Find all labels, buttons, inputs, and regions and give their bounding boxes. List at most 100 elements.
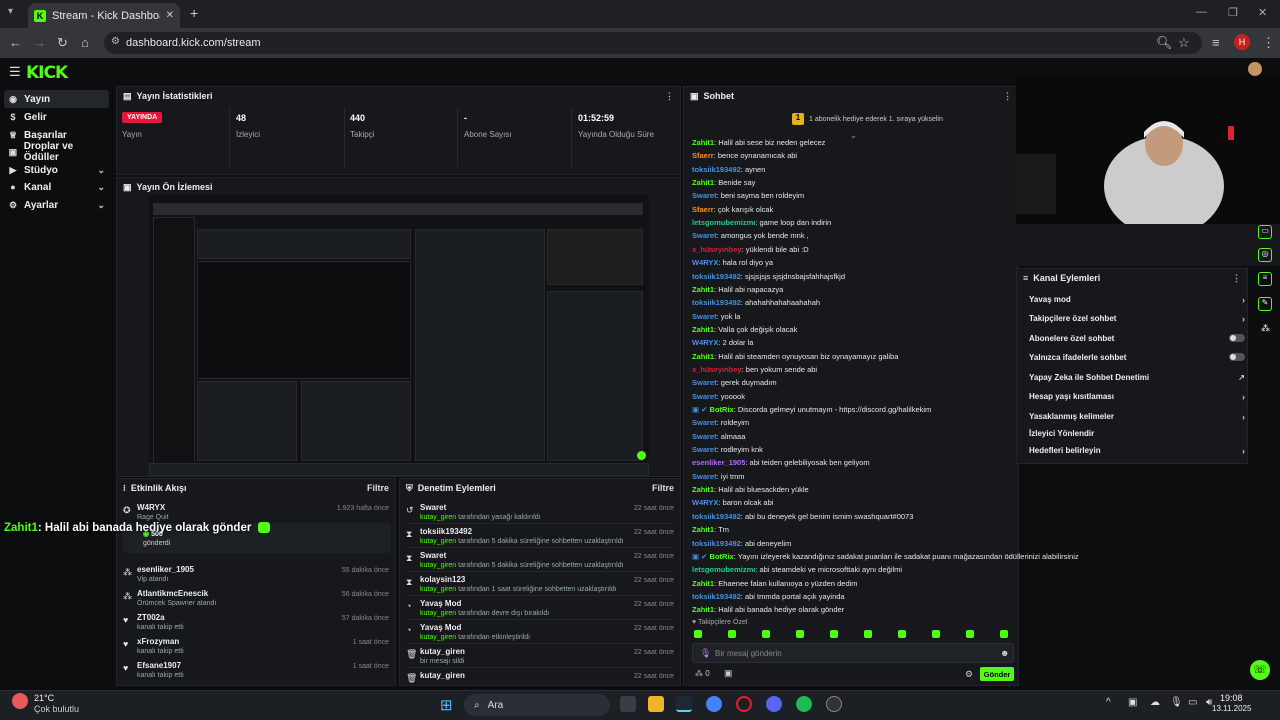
badge-rail-icon[interactable]: ⁂ xyxy=(1261,323,1270,334)
tab-search-icon[interactable]: ▾ xyxy=(8,6,13,17)
sidebar-item-droplar[interactable]: ▣ Droplar ve Ödüller xyxy=(4,141,109,163)
windows-start-icon[interactable]: ⊞ xyxy=(440,696,453,714)
chat-username[interactable]: esenliker_1905 xyxy=(692,458,745,467)
emote-icon[interactable] xyxy=(932,630,940,638)
steam-icon[interactable] xyxy=(676,696,692,712)
chat-username[interactable]: Swaret xyxy=(692,432,717,441)
close-tab-icon[interactable]: ✕ xyxy=(166,10,174,21)
chat-username[interactable]: Swaret xyxy=(692,312,717,321)
forward-icon[interactable]: → xyxy=(33,35,46,50)
action-slow-mode[interactable]: Yavaş mod › xyxy=(1029,295,1245,305)
spotify-icon[interactable] xyxy=(796,696,812,712)
wrench-rail-icon[interactable]: ✎ xyxy=(1258,297,1272,311)
chat-username[interactable]: Zahit1 xyxy=(692,579,714,588)
emote-icon[interactable] xyxy=(830,630,838,638)
sidebar-item-studyo[interactable]: ▶ Stüdyo ⌄ xyxy=(4,161,109,179)
toggle-switch[interactable] xyxy=(1229,334,1245,342)
file-explorer-icon[interactable] xyxy=(648,696,664,712)
emote-icon[interactable] xyxy=(694,630,702,638)
zoom-icon[interactable]: 🔍︎ xyxy=(1156,35,1173,51)
emote-icon[interactable] xyxy=(898,630,906,638)
bookmark-star-icon[interactable]: ☆ xyxy=(1178,35,1190,51)
chat-username[interactable]: Swaret xyxy=(692,378,717,387)
chat-username[interactable]: letsgomubemizmı xyxy=(692,565,755,574)
sidebar-item-ayarlar[interactable]: ⚙ Ayarlar ⌄ xyxy=(4,196,109,214)
more-options-icon[interactable]: ⋮ xyxy=(1003,91,1012,102)
mod-actor[interactable]: kutay_giren xyxy=(420,562,456,569)
chat-username[interactable]: Swaret xyxy=(692,445,717,454)
chat-username[interactable]: Swaret xyxy=(692,418,717,427)
reload-icon[interactable]: ↻ xyxy=(57,35,68,51)
sliders-rail-icon[interactable]: ≡ xyxy=(1258,272,1272,286)
action-banned-words[interactable]: Yasaklanmış kelimeler › xyxy=(1029,412,1245,422)
chat-username[interactable]: BotRix xyxy=(710,405,734,414)
weather-temp[interactable]: 21°C xyxy=(34,693,54,703)
cloud-icon[interactable]: ☁ xyxy=(1150,697,1160,708)
user-avatar[interactable] xyxy=(1248,62,1262,76)
network-icon[interactable]: ▭ xyxy=(1188,697,1197,708)
close-window-icon[interactable]: ✕ xyxy=(1258,6,1267,19)
emote-icon[interactable] xyxy=(966,630,974,638)
chat-username[interactable]: Swaret xyxy=(692,392,717,401)
mod-actor[interactable]: kutay_giren xyxy=(420,586,456,593)
chat-input[interactable]: 🎙︎ Bir mesaj gönderin ☻ xyxy=(692,643,1014,663)
chat-username[interactable]: Swaret xyxy=(692,231,717,240)
chat-username[interactable]: BotRix xyxy=(710,552,734,561)
stream-preview-video[interactable] xyxy=(149,195,649,476)
chat-username[interactable]: W4RYX xyxy=(692,498,718,507)
emote-icon[interactable] xyxy=(796,630,804,638)
chat-username[interactable]: toksiik193492 xyxy=(692,512,741,521)
chat-username[interactable]: W4RYX xyxy=(692,338,718,347)
clock-date[interactable]: 13.11.2025 xyxy=(1212,704,1251,713)
mod-actor[interactable]: kutay_giren xyxy=(420,514,456,521)
url-bar[interactable]: ⚙ dashboard.kick.com/stream xyxy=(104,32,1202,54)
chat-settings-icon[interactable]: ⚙ xyxy=(965,669,973,680)
chat-username[interactable]: Swaret xyxy=(692,472,717,481)
chat-username[interactable]: x_hüseyinbey xyxy=(692,365,742,374)
mic-tray-icon[interactable]: 🎙︎ xyxy=(1170,697,1183,708)
chat-username[interactable]: toksiik193492 xyxy=(692,165,741,174)
chat-username[interactable]: Zahit1 xyxy=(692,325,714,334)
chat-username[interactable]: letsgomubemizmı xyxy=(692,218,755,227)
action-emote-only[interactable]: Yalnızca ifadelerle sohbet xyxy=(1029,353,1245,362)
mod-actor[interactable]: kutay_giren xyxy=(420,634,456,641)
chat-username[interactable]: Zahit1 xyxy=(692,138,714,147)
toggle-switch[interactable] xyxy=(1229,353,1245,361)
site-info-icon[interactable]: ⚙ xyxy=(111,36,120,47)
browser-tab[interactable]: K Stream - Kick Dashboard ✕ xyxy=(28,3,180,28)
sidebar-item-gelir[interactable]: $ Gelir xyxy=(4,108,109,126)
mod-actor[interactable]: kutay_giren xyxy=(420,538,456,545)
mod-actor[interactable]: kutay_giren xyxy=(420,610,456,617)
more-options-icon[interactable]: ⋮ xyxy=(1232,273,1241,284)
minimize-icon[interactable]: — xyxy=(1196,6,1207,18)
chat-username[interactable]: Zahit1 xyxy=(692,285,714,294)
activity-user[interactable]: Efsane1907 xyxy=(137,661,389,670)
maximize-icon[interactable]: ❐ xyxy=(1228,6,1238,19)
chat-username[interactable]: Swaret xyxy=(692,191,717,200)
chat-username[interactable]: Zahit1 xyxy=(692,178,714,187)
action-account-age[interactable]: Hesap yaşı kısıtlaması › xyxy=(1029,392,1245,402)
action-followers-only[interactable]: Takipçilere özel sohbet › xyxy=(1029,314,1245,324)
filter-button[interactable]: Filtre xyxy=(367,483,389,493)
tray-app-icon[interactable]: ▣ xyxy=(1128,697,1137,708)
browser-menu-icon[interactable]: ⋮ xyxy=(1262,35,1275,51)
broadcast-rail-icon[interactable]: ◎ xyxy=(1258,248,1272,262)
obs-icon[interactable] xyxy=(826,696,842,712)
taskbar-search[interactable]: ⌕ Ara xyxy=(464,694,610,716)
activity-user[interactable]: xFrozyman xyxy=(137,637,389,646)
clock-time[interactable]: 19:08 xyxy=(1220,693,1243,703)
chat-username[interactable]: x_hüseyinbey xyxy=(692,245,742,254)
opera-icon[interactable] xyxy=(736,696,752,712)
chat-username[interactable]: Zahit1 xyxy=(692,605,714,614)
action-raid[interactable]: İzleyici Yönlendir xyxy=(1029,429,1245,438)
gift-icon[interactable]: ▣ xyxy=(724,668,733,679)
emote-icon[interactable] xyxy=(1000,630,1008,638)
chat-username[interactable]: Zahit1 xyxy=(692,485,714,494)
chat-username[interactable]: Zahit1 xyxy=(692,525,714,534)
chat-username[interactable]: toksiik193492 xyxy=(692,298,741,307)
emote-icon[interactable] xyxy=(864,630,872,638)
weather-icon[interactable] xyxy=(12,693,28,709)
sidebar-item-yayin[interactable]: ◉ Yayın xyxy=(4,90,109,108)
chat-username[interactable]: Zahit1 xyxy=(692,352,714,361)
emote-icon[interactable] xyxy=(762,630,770,638)
